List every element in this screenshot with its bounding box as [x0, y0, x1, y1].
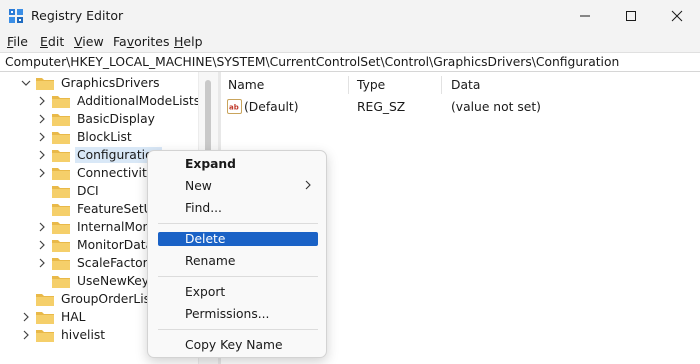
window-title: Registry Editor [31, 8, 124, 23]
close-button[interactable] [654, 0, 700, 32]
menu-item-export[interactable]: Export [158, 285, 318, 299]
chevron-right-icon[interactable] [20, 308, 32, 326]
chevron-down-icon[interactable] [20, 74, 32, 92]
maximize-icon [626, 11, 636, 21]
menu-item-expand[interactable]: Expand [158, 157, 318, 171]
chevron-right-icon [305, 180, 311, 190]
close-icon [671, 10, 683, 22]
chevron-right-icon[interactable] [36, 92, 48, 110]
column-header-data[interactable]: Data [451, 78, 480, 92]
registry-editor-icon [9, 9, 23, 23]
context-menu: Expand New Find... Delete Rename Export … [147, 150, 327, 358]
chevron-right-icon[interactable] [36, 254, 48, 272]
folder-icon [52, 114, 70, 126]
menu-item-find[interactable]: Find... [158, 201, 318, 215]
tree-item[interactable]: HAL [20, 308, 88, 326]
tree-item[interactable]: AdditionalModeLists [36, 92, 198, 110]
menu-file[interactable]: File [7, 34, 28, 49]
folder-icon [52, 150, 70, 162]
folder-icon [36, 312, 54, 324]
tree-item[interactable]: ScaleFactors [36, 254, 156, 272]
menu-item-new[interactable]: New [158, 179, 318, 193]
menu-help[interactable]: Help [174, 34, 203, 49]
column-divider[interactable] [348, 76, 349, 94]
svg-text:ab: ab [229, 104, 239, 112]
chevron-right-icon[interactable] [20, 326, 32, 344]
tree-item[interactable]: BlockList [36, 128, 134, 146]
column-header-type[interactable]: Type [357, 78, 385, 92]
chevron-right-icon[interactable] [36, 110, 48, 128]
chevron-right-icon[interactable] [36, 236, 48, 254]
folder-icon [52, 132, 70, 144]
tree-item[interactable]: hivelist [20, 326, 107, 344]
chevron-right-icon[interactable] [36, 128, 48, 146]
folder-icon [52, 186, 70, 198]
minimize-icon [580, 15, 590, 17]
menu-item-delete[interactable]: Delete [158, 232, 318, 246]
tree-item[interactable]: Connectivity [36, 164, 156, 182]
folder-icon [36, 330, 54, 342]
menu-separator [158, 329, 318, 330]
maximize-button[interactable] [608, 0, 654, 32]
folder-icon [52, 168, 70, 180]
address-path: Computer\HKEY_LOCAL_MACHINE\SYSTEM\Curre… [5, 55, 620, 69]
string-value-icon: ab [227, 99, 242, 114]
folder-icon [36, 294, 54, 306]
menu-bar: File Edit View Favorites Help [0, 32, 700, 52]
tree-item[interactable]: DCI [36, 182, 101, 200]
tree-item-graphicsdrivers[interactable]: GraphicsDrivers [20, 74, 162, 92]
folder-icon [36, 78, 54, 90]
column-header-name[interactable]: Name [228, 78, 264, 92]
tree-item-configuration[interactable]: Configuration [36, 146, 163, 164]
tree-item[interactable]: GroupOrderList [20, 290, 157, 308]
chevron-right-icon[interactable] [36, 146, 48, 164]
menu-item-copy-key-name[interactable]: Copy Key Name [158, 338, 318, 352]
minimize-button[interactable] [562, 0, 608, 32]
folder-icon [52, 240, 70, 252]
folder-icon [52, 258, 70, 270]
column-divider[interactable] [441, 76, 442, 94]
folder-icon [52, 204, 70, 216]
folder-icon [52, 96, 70, 108]
folder-icon [52, 276, 70, 288]
menu-view[interactable]: View [74, 34, 104, 49]
value-type: REG_SZ [357, 100, 406, 114]
value-data: (value not set) [451, 100, 541, 114]
menu-separator [158, 276, 318, 277]
title-bar: Registry Editor [0, 0, 700, 32]
folder-icon [52, 222, 70, 234]
address-bar[interactable]: Computer\HKEY_LOCAL_MACHINE\SYSTEM\Curre… [0, 52, 700, 72]
chevron-right-icon[interactable] [36, 164, 48, 182]
menu-separator [158, 223, 318, 224]
menu-item-rename[interactable]: Rename [158, 254, 318, 268]
menu-favorites[interactable]: Favorites [113, 34, 170, 49]
tree-item[interactable]: BasicDisplay [36, 110, 157, 128]
menu-edit[interactable]: Edit [40, 34, 64, 49]
tree-item[interactable]: UseNewKey [36, 272, 151, 290]
chevron-right-icon[interactable] [36, 218, 48, 236]
menu-item-permissions[interactable]: Permissions... [158, 307, 318, 321]
value-name[interactable]: (Default) [244, 100, 299, 114]
